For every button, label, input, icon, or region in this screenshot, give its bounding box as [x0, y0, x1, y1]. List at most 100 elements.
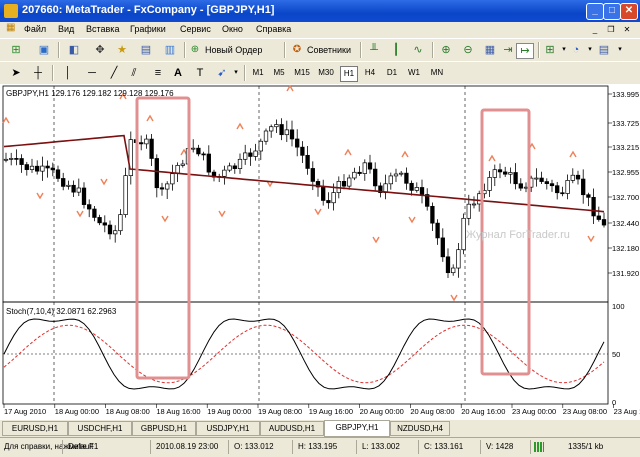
tab-usdjpy-h1[interactable]: USDJPY,H1: [196, 421, 260, 436]
crosshair-icon[interactable]: ┼: [30, 66, 46, 80]
candle-bull: [29, 165, 35, 170]
time-label: 19 Aug 08:00: [258, 407, 302, 416]
candle-bull: [565, 180, 570, 194]
menu-tools[interactable]: Сервис: [180, 24, 211, 34]
timeframe-d1[interactable]: D1: [384, 66, 400, 80]
terminal-icon[interactable]: ▤: [138, 43, 154, 57]
timeframe-h4[interactable]: H4: [362, 66, 378, 80]
time-label: 18 Aug 00:00: [55, 407, 99, 416]
zoom-out-icon[interactable]: ⊖: [460, 43, 476, 57]
text-label-icon[interactable]: T: [192, 66, 208, 80]
candle-bear: [581, 178, 586, 196]
status-datetime: 2010.08.19 23:00: [156, 442, 219, 451]
timeframe-m5[interactable]: M5: [271, 66, 287, 80]
strategy-tester-icon[interactable]: ▥: [162, 43, 178, 57]
candle-bull: [243, 152, 248, 160]
close-button[interactable]: ✕: [620, 3, 638, 20]
candle-bear: [305, 154, 310, 169]
candle-bull: [508, 172, 513, 175]
time-label: 18 Aug 08:00: [106, 407, 150, 416]
menu-insert[interactable]: Вставка: [86, 24, 119, 34]
mdi-restore-button[interactable]: ❐: [604, 23, 618, 36]
time-label: 17 Aug 2010: [4, 407, 46, 416]
menu-charts[interactable]: Графики: [130, 24, 166, 34]
profiles-icon[interactable]: ▣: [36, 43, 52, 57]
data-window-icon[interactable]: ✥: [92, 43, 108, 57]
channel-icon[interactable]: ⫽: [126, 66, 142, 80]
candle-bear: [409, 182, 414, 191]
templates-icon[interactable]: ▤: [596, 43, 612, 57]
timeframe-h1[interactable]: H1: [340, 66, 358, 82]
menu-help[interactable]: Справка: [256, 24, 291, 34]
maximize-button[interactable]: □: [603, 3, 621, 20]
candle-bull: [227, 165, 232, 171]
candle-bear: [326, 200, 331, 204]
stoch-info-label: Stoch(7,10,4) 32.0871 62.2963: [6, 307, 117, 316]
price-label: 132.180: [612, 244, 639, 253]
navigator-icon[interactable]: ★: [114, 43, 130, 57]
price-label: 132.440: [612, 219, 639, 228]
candle-bear: [50, 167, 55, 171]
menu-file[interactable]: Файл: [24, 24, 46, 34]
candle-bull: [362, 162, 367, 174]
candle-bear: [518, 183, 523, 189]
trendline-icon[interactable]: ╱: [106, 66, 122, 80]
horizontal-line-icon[interactable]: ─: [84, 66, 100, 80]
candle-bull: [388, 175, 393, 185]
new-chart-icon[interactable]: ⊞: [8, 43, 24, 57]
candle-bear: [196, 147, 201, 155]
timeframe-m15[interactable]: M15: [292, 66, 312, 80]
candle-bear: [295, 138, 300, 148]
stoch-level-label: 0: [612, 398, 616, 407]
line-chart-icon[interactable]: ∿: [410, 43, 426, 57]
text-tool-icon[interactable]: A: [170, 66, 186, 80]
tab-eurusd-h1[interactable]: EURUSD,H1: [2, 421, 68, 436]
candle-bear: [248, 152, 253, 157]
candle-bull: [66, 184, 71, 187]
chart-shift-icon[interactable]: ⇥: [500, 43, 516, 57]
menu-window[interactable]: Окно: [222, 24, 243, 34]
menu-view[interactable]: Вид: [58, 24, 74, 34]
tab-nzdusd-h4[interactable]: NZDUSD,H4: [390, 421, 450, 436]
price-label: 133.995: [612, 90, 639, 99]
candle-bull: [487, 177, 492, 191]
status-open: O: 133.012: [234, 442, 274, 451]
expert-advisors-button[interactable]: ✪ Советники: [290, 42, 351, 58]
candlestick-icon[interactable]: ┃: [388, 43, 404, 57]
new-order-button[interactable]: ⊕ Новый Ордер: [188, 42, 263, 58]
cursor-icon[interactable]: ➤: [8, 66, 24, 80]
bar-chart-icon[interactable]: ╨: [366, 43, 382, 57]
market-watch-icon[interactable]: ◧: [66, 43, 82, 57]
timeframe-w1[interactable]: W1: [406, 66, 422, 80]
expert-advisors-label: Советники: [307, 45, 351, 55]
watermark: Журнал ForTrader.ru: [466, 229, 570, 241]
tab-gbpusd-h1[interactable]: GBPUSD,H1: [132, 421, 196, 436]
timeframe-mn[interactable]: MN: [428, 66, 446, 80]
chart-window[interactable]: Журнал ForTrader.ru GBPJPY,H1 129.176 12…: [0, 84, 640, 420]
time-label: 19 Aug 00:00: [207, 407, 251, 416]
tab-gbpjpy-h1[interactable]: GBPJPY,H1: [324, 420, 390, 437]
time-label: 20 Aug 08:00: [410, 407, 454, 416]
candle-bear: [154, 158, 159, 189]
templates-dropdown-icon[interactable]: ▾: [612, 43, 628, 57]
minimize-button[interactable]: _: [586, 3, 604, 20]
candle-bear: [555, 185, 560, 194]
zoom-in-icon[interactable]: ⊕: [438, 43, 454, 57]
mdi-minimize-button[interactable]: _: [588, 23, 602, 36]
tab-audusd-h1[interactable]: AUDUSD,H1: [260, 421, 324, 436]
candle-bear: [591, 196, 596, 217]
mdi-close-button[interactable]: ✕: [620, 23, 634, 36]
tile-windows-icon[interactable]: ▦: [482, 43, 498, 57]
timeframe-m30[interactable]: M30: [316, 66, 336, 80]
arrows-dropdown-icon[interactable]: ▾: [228, 66, 244, 80]
candle-bull: [492, 169, 497, 178]
timeframe-m1[interactable]: M1: [250, 66, 266, 80]
window-title: 207660: MetaTrader - FxCompany - [GBPJPY…: [22, 4, 275, 16]
chart-info-label: GBPJPY,H1 129.176 129.182 129.128 129.17…: [6, 89, 174, 98]
fibonacci-icon[interactable]: ≡: [150, 66, 166, 80]
candle-bull: [222, 169, 227, 177]
tab-usdchf-h1[interactable]: USDCHF,H1: [68, 421, 132, 436]
vertical-line-icon[interactable]: │: [60, 66, 76, 80]
time-label: 23 Aug 08:00: [563, 407, 607, 416]
autoscroll-icon[interactable]: ↦: [516, 43, 534, 59]
